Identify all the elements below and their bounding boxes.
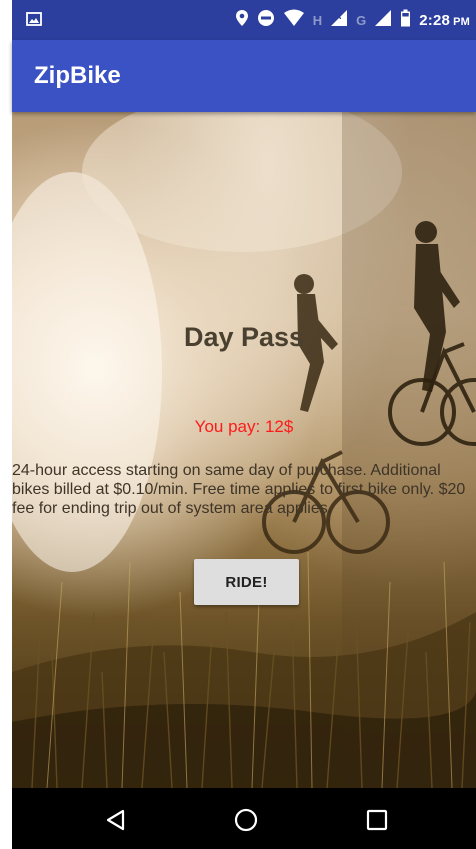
network-type-h: H	[312, 12, 323, 28]
network-type-g: G	[356, 12, 367, 28]
status-bar: H R G 2:28 PM	[12, 0, 476, 40]
price-text: You pay: 12$	[194, 417, 294, 436]
image-icon	[26, 11, 42, 32]
day-pass-content: Day Pass You pay: 12$ 24-hour access sta…	[12, 112, 476, 788]
battery-icon	[400, 9, 411, 32]
signal-icon	[374, 9, 392, 32]
pass-title: Day Pass	[183, 322, 305, 352]
screen: H R G 2:28 PM ZipBike Day Pass You pay: …	[0, 0, 476, 849]
home-icon[interactable]	[226, 800, 266, 840]
background-photo	[12, 112, 476, 788]
navigation-bar	[12, 788, 476, 849]
app-title: ZipBike	[34, 62, 121, 89]
pass-description: 24-hour access starting on same day of p…	[12, 462, 466, 517]
status-time: 2:28 PM	[419, 11, 470, 29]
do-not-disturb-icon	[257, 9, 275, 32]
ride-button[interactable]: RIDE!	[194, 559, 299, 605]
svg-text:R: R	[336, 13, 342, 21]
wifi-icon	[283, 9, 305, 32]
recents-icon[interactable]	[357, 800, 397, 840]
signal-roaming-icon: R	[330, 9, 348, 32]
location-icon	[235, 9, 249, 32]
back-icon[interactable]	[96, 800, 136, 840]
app-bar: ZipBike	[12, 40, 476, 112]
